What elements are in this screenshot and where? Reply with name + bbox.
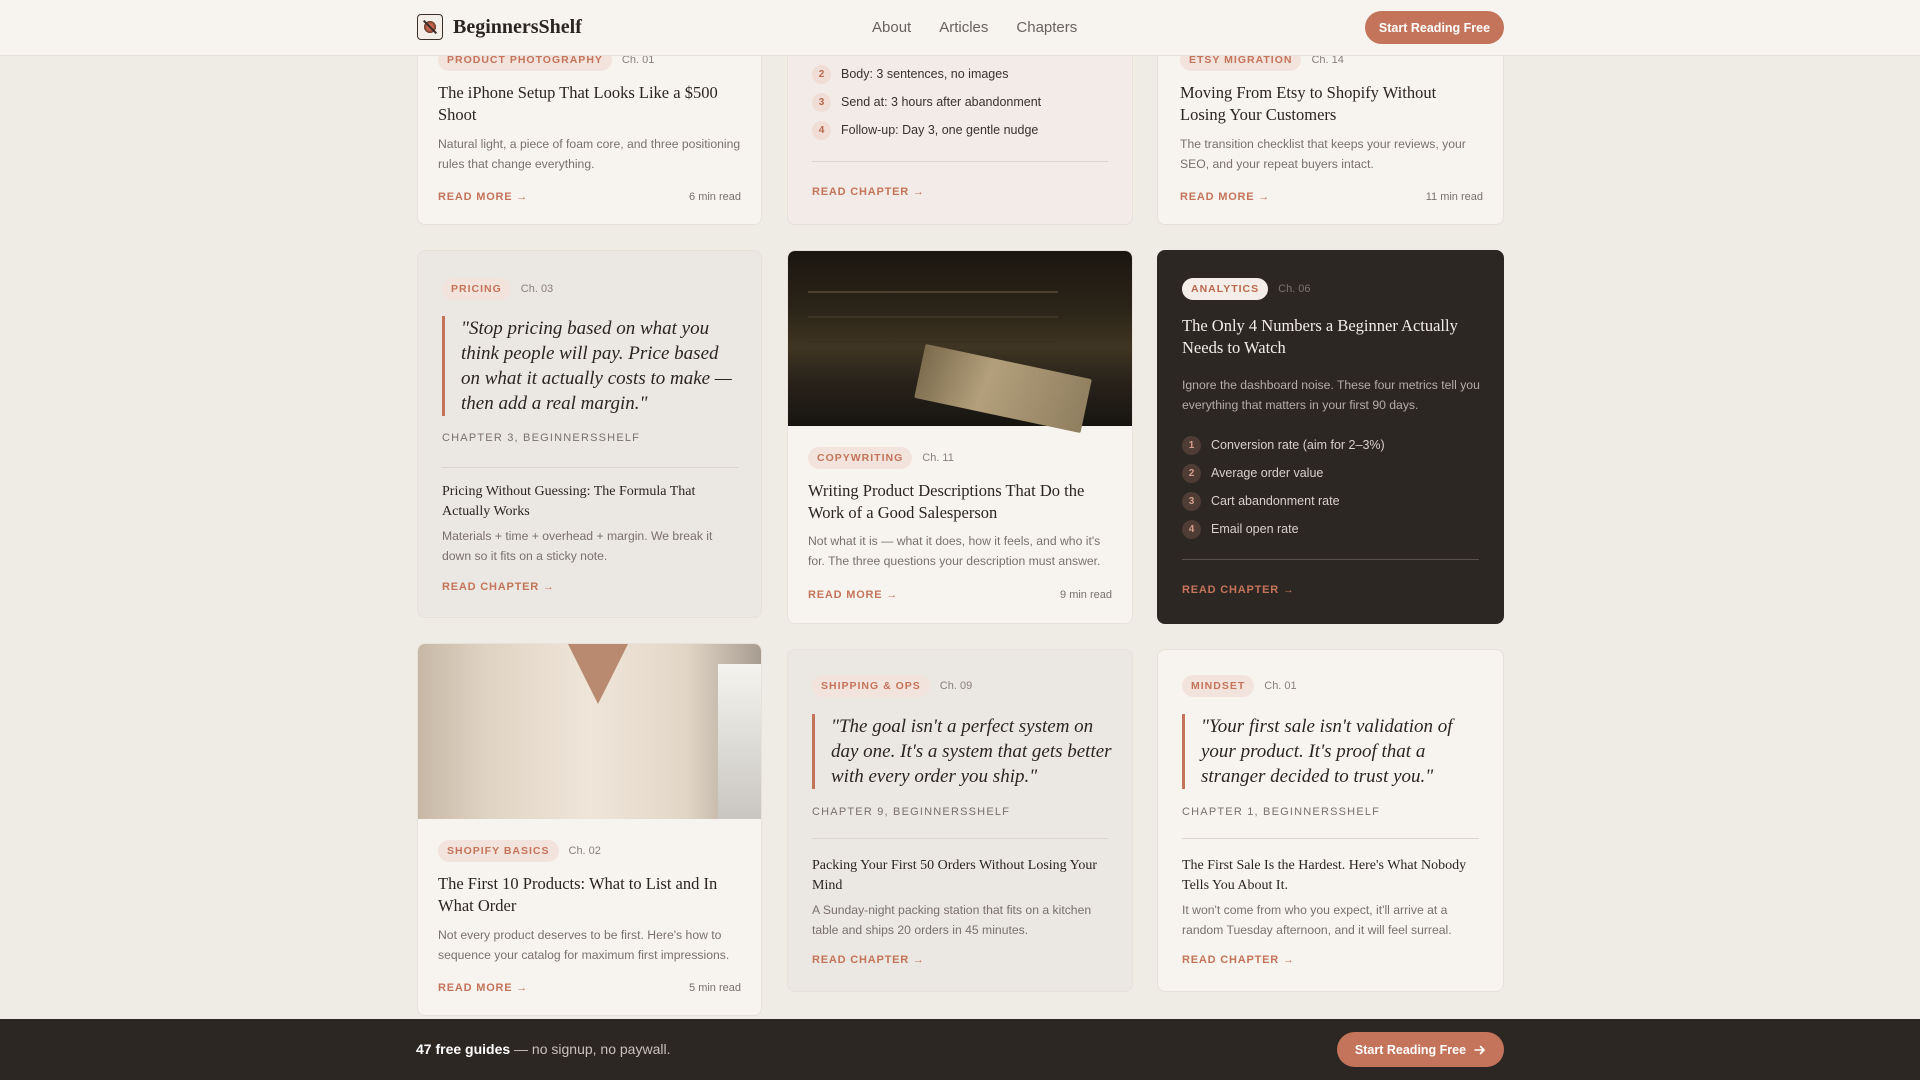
card-description: It won't come from who you expect, it'll… xyxy=(1182,903,1452,937)
brand-name: BeginnersShelf xyxy=(453,15,582,38)
read-time: 6 min read xyxy=(689,191,741,203)
step-number: 4 xyxy=(812,120,831,140)
nav-about[interactable]: About xyxy=(872,19,911,36)
category-tag[interactable]: PRICING xyxy=(442,278,511,300)
article-image[interactable] xyxy=(788,251,1132,426)
card-title[interactable]: The Only 4 Numbers a Beginner Actually N… xyxy=(1182,315,1472,359)
read-more-link[interactable]: READ MORE → xyxy=(438,191,528,203)
card-description: Materials + time + overhead + margin. We… xyxy=(442,529,713,563)
list-item: 2 Average order value xyxy=(1182,459,1385,487)
read-more-link[interactable]: READ MORE → xyxy=(808,589,898,601)
arrow-right-icon xyxy=(1474,1045,1485,1054)
list-item: 1 Conversion rate (aim for 2–3%) xyxy=(1182,431,1385,459)
step-number: 3 xyxy=(1182,491,1201,511)
nav-articles[interactable]: Articles xyxy=(939,19,988,36)
sticky-footer-bar: 47 free guides — no signup, no paywall. … xyxy=(0,1019,1920,1080)
read-chapter-link[interactable]: READ CHAPTER → xyxy=(442,581,555,593)
list-item: 3 Send at: 3 hours after abandonment xyxy=(812,88,1041,116)
card-description: A Sunday-night packing station that fits… xyxy=(812,903,1092,937)
pull-quote: "Your first sale isn't validation of you… xyxy=(1182,714,1487,789)
divider xyxy=(1182,559,1479,560)
nav-chapters[interactable]: Chapters xyxy=(1016,19,1077,36)
footer-start-reading-button[interactable]: Start Reading Free xyxy=(1337,1032,1504,1067)
pull-quote: "The goal isn't a perfect system on day … xyxy=(812,714,1112,789)
read-chapter-link[interactable]: READ CHAPTER → xyxy=(1182,584,1295,596)
step-number: 3 xyxy=(812,92,831,112)
read-chapter-link[interactable]: READ CHAPTER → xyxy=(1182,954,1295,966)
chapter-label: Ch. 02 xyxy=(568,845,601,857)
read-chapter-link[interactable]: READ CHAPTER → xyxy=(812,186,925,198)
start-reading-button[interactable]: Start Reading Free xyxy=(1365,11,1504,44)
category-tag[interactable]: SHOPIFY BASICS xyxy=(438,840,559,862)
card-title[interactable]: The First 10 Products: What to List and … xyxy=(438,873,738,917)
card-title[interactable]: The iPhone Setup That Looks Like a $500 … xyxy=(438,82,738,126)
article-image[interactable] xyxy=(418,644,761,819)
list-item: 4 Follow-up: Day 3, one gentle nudge xyxy=(812,116,1041,144)
card-shipping-ops[interactable]: SHIPPING & OPS Ch. 09 "The goal isn't a … xyxy=(787,649,1133,992)
guide-count: 47 free guides xyxy=(416,1041,511,1057)
chapter-title[interactable]: The First Sale Is the Hardest. Here's Wh… xyxy=(1182,856,1482,896)
step-number: 2 xyxy=(812,64,831,84)
chapter-title[interactable]: Packing Your First 50 Orders Without Los… xyxy=(812,856,1112,896)
chapter-label: Ch. 11 xyxy=(922,452,954,464)
card-email-recovery[interactable]: 2 Body: 3 sentences, no images 3 Send at: … xyxy=(787,30,1133,225)
divider xyxy=(1182,838,1479,839)
step-number: 4 xyxy=(1182,519,1201,539)
site-header: BeginnersShelf About Articles Chapters S… xyxy=(0,0,1920,56)
footer-message: 47 free guides — no signup, no paywall. xyxy=(416,1041,671,1057)
main-nav: About Articles Chapters xyxy=(872,19,1077,36)
read-more-link[interactable]: READ MORE → xyxy=(1180,191,1270,203)
list-item: 4 Email open rate xyxy=(1182,515,1385,543)
list-item: 2 Body: 3 sentences, no images xyxy=(812,60,1041,88)
pull-quote: "Stop pricing based on what you think pe… xyxy=(442,316,742,416)
category-tag[interactable]: SHIPPING & OPS xyxy=(812,675,930,697)
quote-attribution: CHAPTER 9, BEGINNERSSHELF xyxy=(812,806,1011,818)
card-title[interactable]: Writing Product Descriptions That Do the… xyxy=(808,480,1108,524)
step-number: 2 xyxy=(1182,463,1201,483)
chapter-title[interactable]: Pricing Without Guessing: The Formula Th… xyxy=(442,482,732,522)
metrics-list: 1 Conversion rate (aim for 2–3%) 2 Average… xyxy=(1182,431,1385,543)
chapter-label: Ch. 09 xyxy=(939,680,973,692)
chapter-label: Ch. 06 xyxy=(1278,283,1311,295)
card-description: Not every product deserves to be first. … xyxy=(438,928,730,962)
card-mindset[interactable]: MINDSET Ch. 01 "Your first sale isn't va… xyxy=(1157,649,1504,992)
chapter-label: Ch. 01 xyxy=(1264,680,1297,692)
card-shopify-basics[interactable]: SHOPIFY BASICS Ch. 02 The First 10 Produ… xyxy=(417,643,762,1016)
logo-icon xyxy=(417,14,443,40)
card-copywriting[interactable]: COPYWRITING Ch. 11 Writing Product Descr… xyxy=(787,250,1133,624)
read-more-link[interactable]: READ MORE → xyxy=(438,982,528,994)
step-number: 1 xyxy=(1182,435,1201,455)
card-analytics[interactable]: ANALYTICS Ch. 06 The Only 4 Numbers a Be… xyxy=(1157,250,1504,624)
card-etsy-migration[interactable]: ETSY MIGRATION Ch. 14 Moving From Etsy t… xyxy=(1157,30,1504,225)
list-item: 3 Cart abandonment rate xyxy=(1182,487,1385,515)
card-product-photography[interactable]: PRODUCT PHOTOGRAPHY Ch. 01 The iPhone Se… xyxy=(417,30,762,225)
chapter-label: Ch. 03 xyxy=(520,283,554,295)
brand-logo[interactable]: BeginnersShelf xyxy=(417,14,582,40)
read-time: 5 min read xyxy=(689,982,741,994)
card-title[interactable]: Moving From Etsy to Shopify Without Losi… xyxy=(1180,82,1485,126)
category-tag[interactable]: ANALYTICS xyxy=(1182,278,1269,300)
quote-attribution: CHAPTER 3, BEGINNERSSHELF xyxy=(442,432,641,444)
card-pricing[interactable]: PRICING Ch. 03 "Stop pricing based on wh… xyxy=(417,250,762,618)
card-description: Ignore the dashboard noise. These four m… xyxy=(1182,378,1480,412)
card-description: Natural light, a piece of foam core, and… xyxy=(438,137,741,171)
read-time: 9 min read xyxy=(1060,589,1112,601)
card-description: Not what it is — what it does, how it fe… xyxy=(808,534,1101,568)
checklist: 2 Body: 3 sentences, no images 3 Send at: … xyxy=(812,60,1041,144)
read-time: 11 min read xyxy=(1425,191,1483,203)
quote-attribution: CHAPTER 1, BEGINNERSSHELF xyxy=(1182,806,1381,818)
divider xyxy=(812,838,1108,839)
category-tag[interactable]: MINDSET xyxy=(1182,675,1255,697)
category-tag[interactable]: COPYWRITING xyxy=(808,447,913,469)
read-chapter-link[interactable]: READ CHAPTER → xyxy=(812,954,925,966)
card-description: The transition checklist that keeps your… xyxy=(1180,137,1466,171)
divider xyxy=(442,467,739,468)
divider xyxy=(812,161,1108,162)
